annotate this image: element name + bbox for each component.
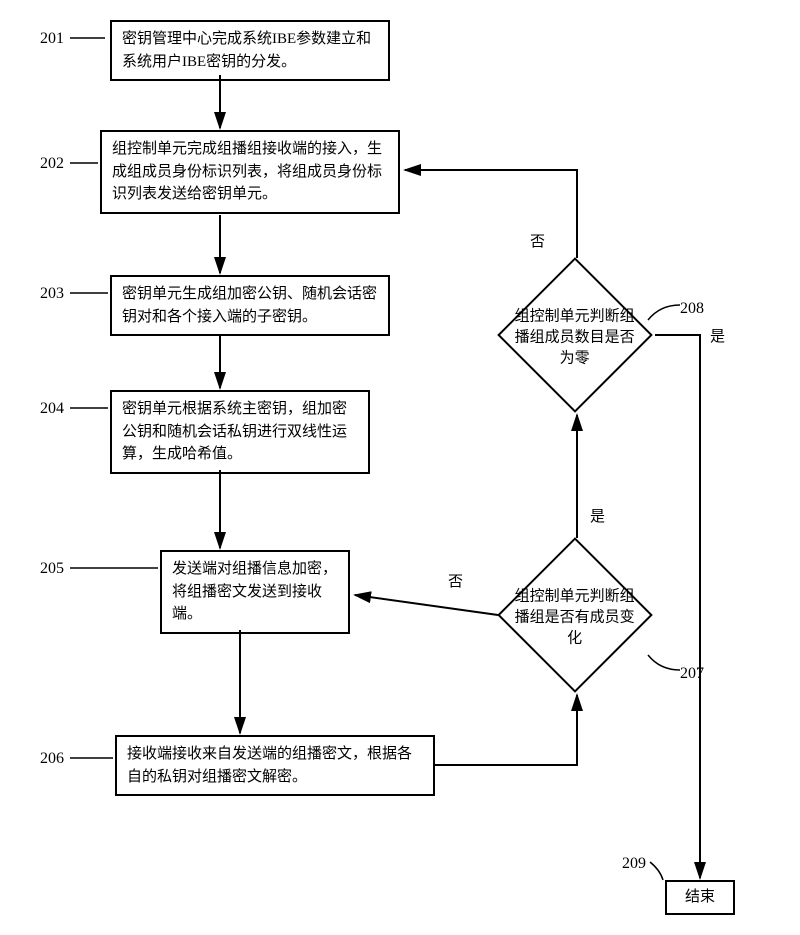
edge-207-no: 否 xyxy=(448,570,463,591)
decision-208: 组控制单元判断组播组成员数目是否为零 xyxy=(497,257,653,413)
step-204-text: 密钥单元根据系统主密钥，组加密公钥和随机会话私钥进行双线性运算，生成哈希值。 xyxy=(122,401,347,462)
step-203-text: 密钥单元生成组加密公钥、随机会话密钥对和各个接入端的子密钥。 xyxy=(122,286,377,325)
label-206: 206 xyxy=(40,750,64,768)
decision-207-text: 组控制单元判断组播组是否有成员变化 xyxy=(510,587,640,650)
label-204: 204 xyxy=(40,400,64,418)
label-207: 207 xyxy=(680,665,704,683)
label-201: 201 xyxy=(40,30,64,48)
step-205-text: 发送端对组播信息加密，将组播密文发送到接收端。 xyxy=(172,561,337,622)
label-202: 202 xyxy=(40,155,64,173)
step-201: 密钥管理中心完成系统IBE参数建立和系统用户IBE密钥的分发。 xyxy=(110,20,390,81)
edge-207-yes: 是 xyxy=(590,505,605,526)
step-206: 接收端接收来自发送端的组播密文，根据各自的私钥对组播密文解密。 xyxy=(115,735,435,796)
terminal-209: 结束 xyxy=(665,880,735,915)
decision-207: 组控制单元判断组播组是否有成员变化 xyxy=(497,537,653,693)
step-206-text: 接收端接收来自发送端的组播密文，根据各自的私钥对组播密文解密。 xyxy=(127,746,412,785)
terminal-209-text: 结束 xyxy=(685,889,715,905)
label-203: 203 xyxy=(40,285,64,303)
step-202: 组控制单元完成组播组接收端的接入，生成组成员身份标识列表，将组成员身份标识列表发… xyxy=(100,130,400,214)
label-208: 208 xyxy=(680,300,704,318)
step-205: 发送端对组播信息加密，将组播密文发送到接收端。 xyxy=(160,550,350,634)
step-203: 密钥单元生成组加密公钥、随机会话密钥对和各个接入端的子密钥。 xyxy=(110,275,390,336)
label-205: 205 xyxy=(40,560,64,578)
step-201-text: 密钥管理中心完成系统IBE参数建立和系统用户IBE密钥的分发。 xyxy=(122,31,371,70)
label-209: 209 xyxy=(622,855,646,873)
edge-208-yes: 是 xyxy=(710,325,725,346)
edge-208-no: 否 xyxy=(530,230,545,251)
step-204: 密钥单元根据系统主密钥，组加密公钥和随机会话私钥进行双线性运算，生成哈希值。 xyxy=(110,390,370,474)
step-202-text: 组控制单元完成组播组接收端的接入，生成组成员身份标识列表，将组成员身份标识列表发… xyxy=(112,141,382,202)
decision-208-text: 组控制单元判断组播组成员数目是否为零 xyxy=(510,307,640,370)
